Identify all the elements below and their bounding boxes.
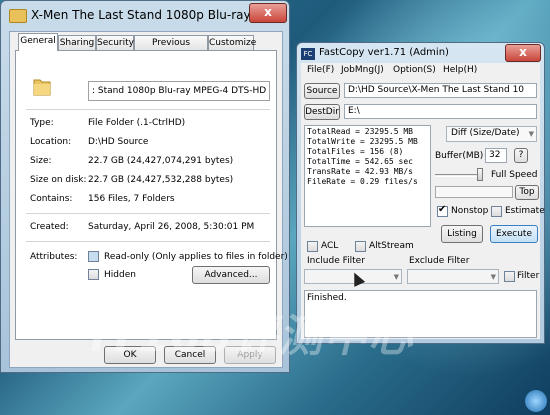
- folder-large-icon: [33, 79, 51, 96]
- exclude-filter-select[interactable]: ▼: [407, 269, 499, 284]
- nonstop-label: Nonstop: [451, 206, 489, 216]
- folder-name-field[interactable]: : Stand 1080p Blu-ray MPEG-4 DTS-HD 6.1-…: [88, 81, 270, 101]
- source-path-field[interactable]: D:\HD Source\X-Men The Last Stand 10: [344, 83, 537, 98]
- stat-total-files: TotalFiles = 156 (8): [307, 147, 404, 156]
- exclude-filter-label: Exclude Filter: [409, 256, 470, 266]
- tab-previous-versions[interactable]: Previous Versions: [134, 35, 208, 63]
- menu-bar: File(F) JobMng(J) Option(S) Help(H): [301, 63, 540, 78]
- folder-icon: [9, 9, 27, 23]
- attributes-label: Attributes:: [30, 252, 78, 262]
- type-value: File Folder (.1-CtrlHD): [88, 118, 186, 128]
- menu-jobmng[interactable]: JobMng(J): [341, 65, 384, 75]
- menu-help[interactable]: Help(H): [443, 65, 477, 75]
- progress-bar: [435, 186, 513, 198]
- menu-file[interactable]: File(F): [307, 65, 334, 75]
- divider: [26, 213, 270, 214]
- execute-button[interactable]: Execute: [490, 225, 538, 243]
- speed-slider-thumb[interactable]: [477, 168, 483, 181]
- fastcopy-title: FastCopy ver1.71 (Admin): [319, 47, 449, 58]
- checkmark-icon: ✔: [438, 204, 447, 215]
- general-sheet: : Stand 1080p Blu-ray MPEG-4 DTS-HD 6.1-…: [15, 50, 288, 340]
- advanced-button[interactable]: Advanced...: [192, 266, 270, 284]
- divider: [26, 241, 270, 242]
- menu-option[interactable]: Option(S): [393, 65, 436, 75]
- mode-select[interactable]: Diff (Size/Date) ▼: [446, 126, 537, 142]
- stat-trans-rate: TransRate = 42.93 MB/s: [307, 167, 413, 176]
- listing-button[interactable]: Listing: [441, 225, 483, 243]
- location-value: D:\HD Source: [88, 137, 149, 147]
- created-label: Created:: [30, 222, 69, 232]
- stat-total-time: TotalTime = 542.65 sec: [307, 157, 413, 166]
- properties-titlebar: X-Men The Last Stand 1080p Blu-ray MPEG-…: [7, 5, 285, 29]
- tab-security[interactable]: Security: [96, 35, 134, 50]
- fastcopy-close-button[interactable]: x: [505, 44, 541, 62]
- location-label: Location:: [30, 137, 72, 147]
- divider: [26, 109, 270, 110]
- altstream-checkbox[interactable]: [355, 241, 366, 252]
- chevron-down-icon: ▼: [393, 273, 399, 281]
- stat-total-write: TotalWrite = 23295.5 MB: [307, 137, 418, 146]
- top-button[interactable]: Top: [515, 185, 539, 200]
- contains-value: 156 Files, 7 Folders: [88, 194, 175, 204]
- close-button[interactable]: x: [249, 3, 287, 23]
- nonstop-checkbox[interactable]: ✔: [437, 204, 448, 217]
- chevron-down-icon: ▼: [490, 273, 496, 281]
- tab-customize[interactable]: Customize: [208, 35, 256, 50]
- size-on-disk-label: Size on disk:: [30, 175, 87, 185]
- created-value: Saturday, April 26, 2008, 5:30:01 PM: [88, 222, 255, 232]
- filter-checkbox[interactable]: [504, 271, 515, 282]
- contains-label: Contains:: [30, 194, 73, 204]
- tab-sharing[interactable]: Sharing: [58, 35, 96, 50]
- fastcopy-window: FC FastCopy ver1.71 (Admin) x File(F) Jo…: [296, 42, 545, 344]
- readonly-label: Read-only (Only applies to files in fold…: [104, 252, 288, 262]
- fastcopy-app-icon: FC: [301, 48, 315, 60]
- source-button[interactable]: Source: [304, 83, 340, 99]
- acl-checkbox[interactable]: [307, 241, 318, 252]
- tab-general[interactable]: General: [18, 33, 58, 51]
- include-filter-label: Include Filter: [307, 256, 365, 266]
- estimate-checkbox[interactable]: [491, 206, 502, 217]
- properties-title: X-Men The Last Stand 1080p Blu-ray MPEG-…: [31, 8, 257, 22]
- size-on-disk-value: 22.7 GB (24,427,532,288 bytes): [88, 175, 234, 185]
- estimate-label: Estimate: [505, 206, 545, 216]
- mode-value: Diff (Size/Date): [451, 128, 520, 138]
- readonly-checkbox[interactable]: [88, 251, 99, 262]
- speed-label: Full Speed: [491, 170, 538, 180]
- destdir-button[interactable]: DestDir: [304, 104, 340, 120]
- speed-slider-track: [435, 174, 479, 177]
- dest-path-field[interactable]: E:\: [344, 104, 537, 119]
- altstream-label: AltStream: [369, 241, 414, 251]
- watermark: IT168评测中心: [90, 311, 414, 362]
- start-orb-icon[interactable]: [525, 390, 547, 412]
- filter-label: Filter: [517, 271, 540, 281]
- chevron-down-icon: ▼: [528, 130, 534, 138]
- stat-file-rate: FileRate = 0.29 files/s: [307, 177, 418, 186]
- acl-label: ACL: [321, 241, 339, 251]
- type-label: Type:: [30, 118, 54, 128]
- size-label: Size:: [30, 156, 52, 166]
- stat-total-read: TotalRead = 23295.5 MB: [307, 127, 413, 136]
- hidden-checkbox[interactable]: [88, 269, 99, 280]
- size-value: 22.7 GB (24,427,074,291 bytes): [88, 156, 234, 166]
- help-button[interactable]: ?: [514, 148, 528, 163]
- hidden-label: Hidden: [104, 270, 136, 280]
- stats-box: TotalRead = 23295.5 MB TotalWrite = 2329…: [304, 125, 431, 227]
- buffer-field[interactable]: 32: [485, 148, 507, 163]
- buffer-label: Buffer(MB): [435, 151, 484, 161]
